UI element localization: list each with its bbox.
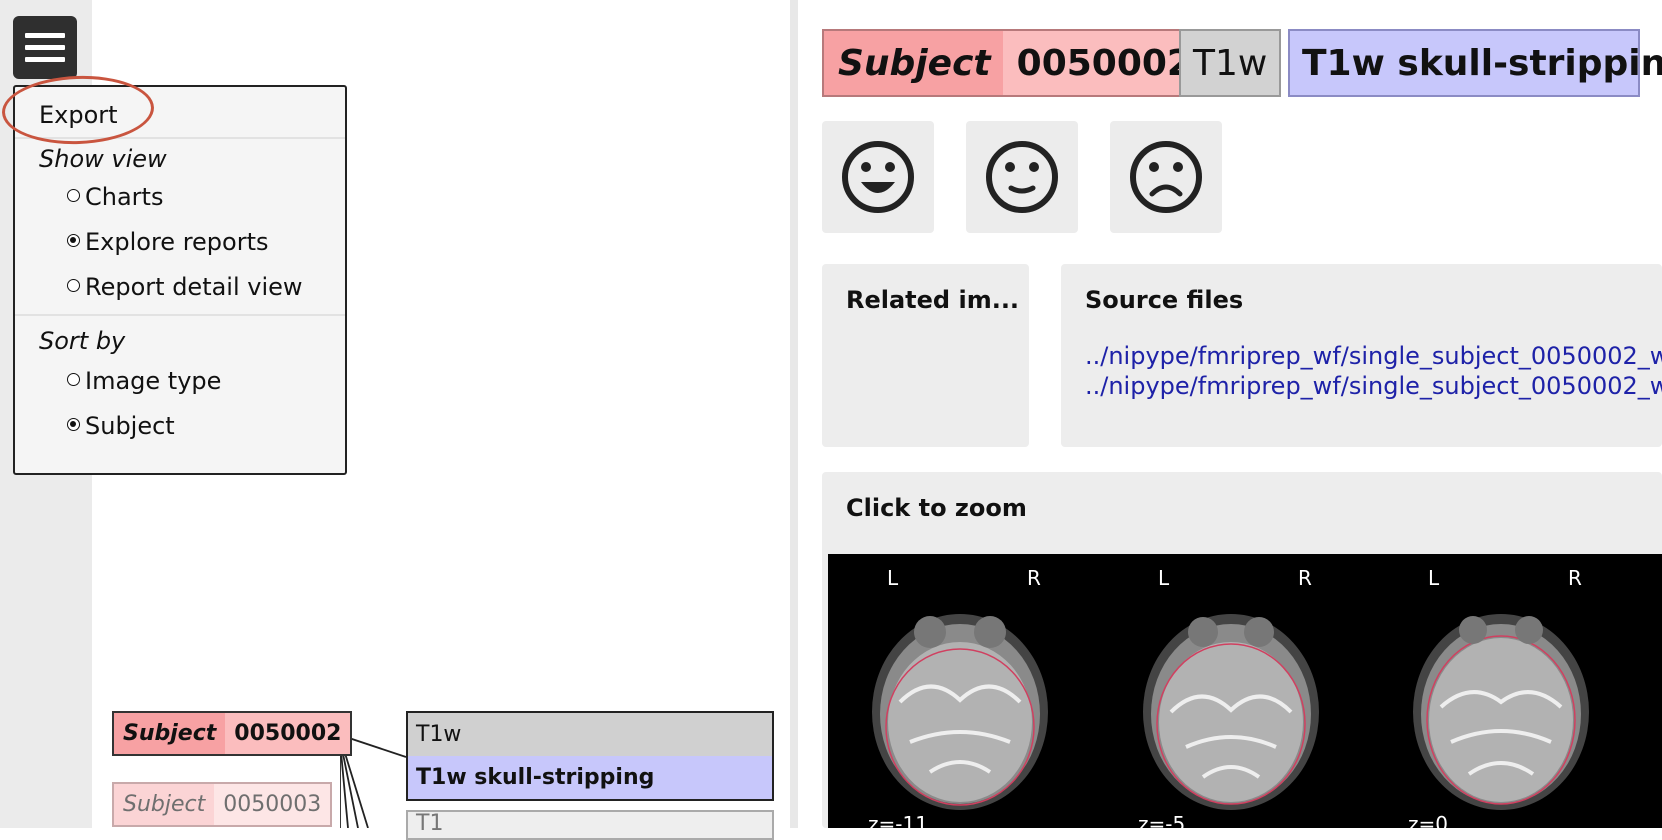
tree-subject-0050002[interactable]: Subject 0050002 <box>112 711 353 756</box>
slice-z-label: z=-11 <box>868 812 928 828</box>
rate-good-button[interactable] <box>822 121 934 233</box>
slice-left-label: L <box>1158 566 1170 590</box>
tree-subject-0050003[interactable]: Subject 0050003 <box>112 782 333 827</box>
brain-slice-image <box>1413 614 1589 810</box>
slice-left-label: L <box>1428 566 1440 590</box>
brain-slice-image <box>872 614 1048 810</box>
related-images-title: Related im... <box>846 286 1020 314</box>
menu-divider <box>15 314 345 316</box>
sad-face-icon <box>1130 141 1202 213</box>
radio-icon <box>67 279 80 292</box>
happy-face-icon <box>842 141 914 213</box>
tree-image-node-partial[interactable]: T1 <box>406 810 774 840</box>
hamburger-menu-button[interactable] <box>13 16 77 79</box>
tree-image-node[interactable]: T1w T1w skull-stripping <box>406 711 774 801</box>
subject-tag: Subject 0050002 <box>822 29 1208 97</box>
brain-mosaic-image[interactable]: L R z=-11 L R z=-5 L R z=0 <box>828 554 1662 828</box>
rate-ok-button[interactable] <box>966 121 1078 233</box>
radio-selected-icon <box>67 418 80 431</box>
slice-right-label: R <box>1027 566 1041 590</box>
hamburger-icon <box>25 33 65 38</box>
source-file-link[interactable]: ../nipype/fmriprep_wf/single_subject_005… <box>1085 372 1662 400</box>
slice-z-label: z=0 <box>1408 812 1448 828</box>
sort-by-heading: Sort by <box>39 327 126 355</box>
report-name-tag: T1w skull-stripping <box>1288 29 1662 97</box>
slice-right-label: R <box>1298 566 1312 590</box>
source-files-panel: Source files ../nipype/fmriprep_wf/singl… <box>1061 264 1662 447</box>
show-view-heading: Show view <box>39 145 167 173</box>
source-files-title: Source files <box>1085 286 1244 314</box>
tree-node-report: T1w skull-stripping <box>408 756 772 799</box>
slice-right-label: R <box>1568 566 1582 590</box>
radio-icon <box>67 189 80 202</box>
related-images-panel: Related im... <box>822 264 1029 447</box>
neutral-face-icon <box>986 141 1058 213</box>
slice-z-label: z=-5 <box>1138 812 1186 828</box>
pane-divider[interactable] <box>790 0 798 828</box>
rate-bad-button[interactable] <box>1110 121 1222 233</box>
brain-slice-image <box>1143 614 1319 810</box>
modality-tag: T1w <box>1179 29 1282 97</box>
radio-selected-icon <box>67 234 80 247</box>
zoom-title: Click to zoom <box>846 494 1027 522</box>
source-file-link[interactable]: ../nipype/fmriprep_wf/single_subject_005… <box>1085 342 1662 370</box>
tree-node-modality: T1w <box>408 713 772 756</box>
radio-icon <box>67 373 80 386</box>
slice-left-label: L <box>887 566 899 590</box>
